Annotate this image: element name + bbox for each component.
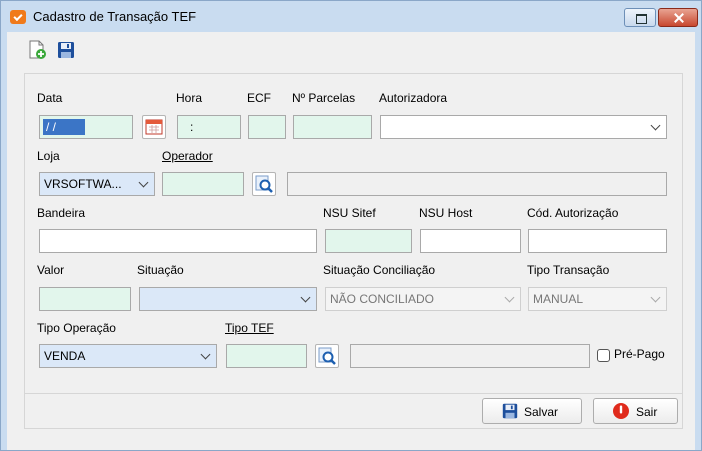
form-panel: Data Hora ECF Nº Parcelas Autorizadora /… (24, 73, 683, 417)
situacao-conciliacao-label: Situação Conciliação (323, 263, 436, 277)
search-tipo-tef-icon[interactable] (315, 344, 339, 368)
tipo-tef-field[interactable] (226, 344, 307, 368)
nsu-sitef-label: NSU Sitef (323, 206, 376, 220)
operador-description (287, 172, 667, 196)
title-bar[interactable]: Cadastro de Transação TEF (1, 1, 701, 33)
button-panel (24, 393, 683, 429)
chevron-down-icon (650, 292, 661, 303)
loja-value: VRSOFTWA... (44, 177, 122, 191)
tipo-tef-label[interactable]: Tipo TEF (225, 321, 274, 335)
loja-select[interactable]: VRSOFTWA... (39, 172, 155, 196)
salvar-label: Salvar (524, 405, 559, 419)
floppy-disk-icon (501, 402, 519, 423)
bandeira-label: Bandeira (37, 206, 86, 220)
sair-label: Sair (636, 405, 658, 419)
bandeira-field[interactable] (39, 229, 317, 253)
hora-field[interactable]: : (177, 115, 241, 139)
chevron-down-icon (504, 292, 515, 303)
chevron-down-icon (650, 120, 661, 131)
app-icon (10, 10, 26, 24)
situacao-conciliacao-select: NÃO CONCILIADO (325, 287, 521, 311)
data-value: / / (43, 119, 85, 135)
operador-field[interactable] (162, 172, 244, 196)
tipo-transacao-label: Tipo Transação (527, 263, 610, 277)
window-title: Cadastro de Transação TEF (33, 9, 197, 24)
tipo-operacao-value: VENDA (44, 349, 86, 363)
loja-label: Loja (37, 149, 60, 163)
parcelas-field[interactable] (293, 115, 372, 139)
calendar-icon[interactable] (142, 115, 166, 139)
power-off-icon (612, 402, 630, 423)
chevron-down-icon (138, 177, 149, 188)
nsu-host-label: NSU Host (419, 206, 473, 220)
client-area: Data Hora ECF Nº Parcelas Autorizadora /… (7, 32, 695, 450)
search-operador-icon[interactable] (252, 172, 276, 196)
parcelas-label: Nº Parcelas (292, 91, 356, 105)
ecf-field[interactable] (248, 115, 286, 139)
hora-label: Hora (176, 91, 203, 105)
new-document-icon[interactable] (27, 40, 47, 60)
chevron-down-icon (200, 349, 211, 360)
data-label: Data (37, 91, 63, 105)
restore-button[interactable] (624, 8, 656, 27)
cod-autorizacao-field[interactable] (528, 229, 667, 253)
cod-autorizacao-label: Cód. Autorização (527, 206, 619, 220)
pre-pago-checkbox[interactable] (597, 349, 610, 362)
valor-label: Valor (37, 263, 65, 277)
sair-button[interactable]: Sair (593, 398, 678, 424)
close-button[interactable] (658, 8, 698, 27)
autorizadora-label: Autorizadora (379, 91, 448, 105)
situacao-conciliacao-value: NÃO CONCILIADO (330, 292, 435, 306)
floppy-disk-icon[interactable] (56, 40, 76, 60)
tipo-operacao-label: Tipo Operação (37, 321, 116, 335)
tipo-transacao-select: MANUAL (528, 287, 667, 311)
data-field[interactable]: / / (39, 115, 133, 139)
ecf-label: ECF (247, 91, 271, 105)
tipo-transacao-value: MANUAL (533, 292, 584, 306)
operador-label[interactable]: Operador (162, 149, 213, 163)
nsu-host-field[interactable] (420, 229, 521, 253)
chevron-down-icon (300, 292, 311, 303)
tipo-operacao-select[interactable]: VENDA (39, 344, 217, 368)
situacao-label: Situação (137, 263, 184, 277)
nsu-sitef-field[interactable] (325, 229, 412, 253)
salvar-button[interactable]: Salvar (482, 398, 582, 424)
valor-field[interactable] (39, 287, 131, 311)
situacao-select[interactable] (139, 287, 317, 311)
autorizadora-select[interactable] (380, 115, 667, 139)
tipo-tef-description (350, 344, 590, 368)
pre-pago-label: Pré-Pago (614, 347, 665, 361)
